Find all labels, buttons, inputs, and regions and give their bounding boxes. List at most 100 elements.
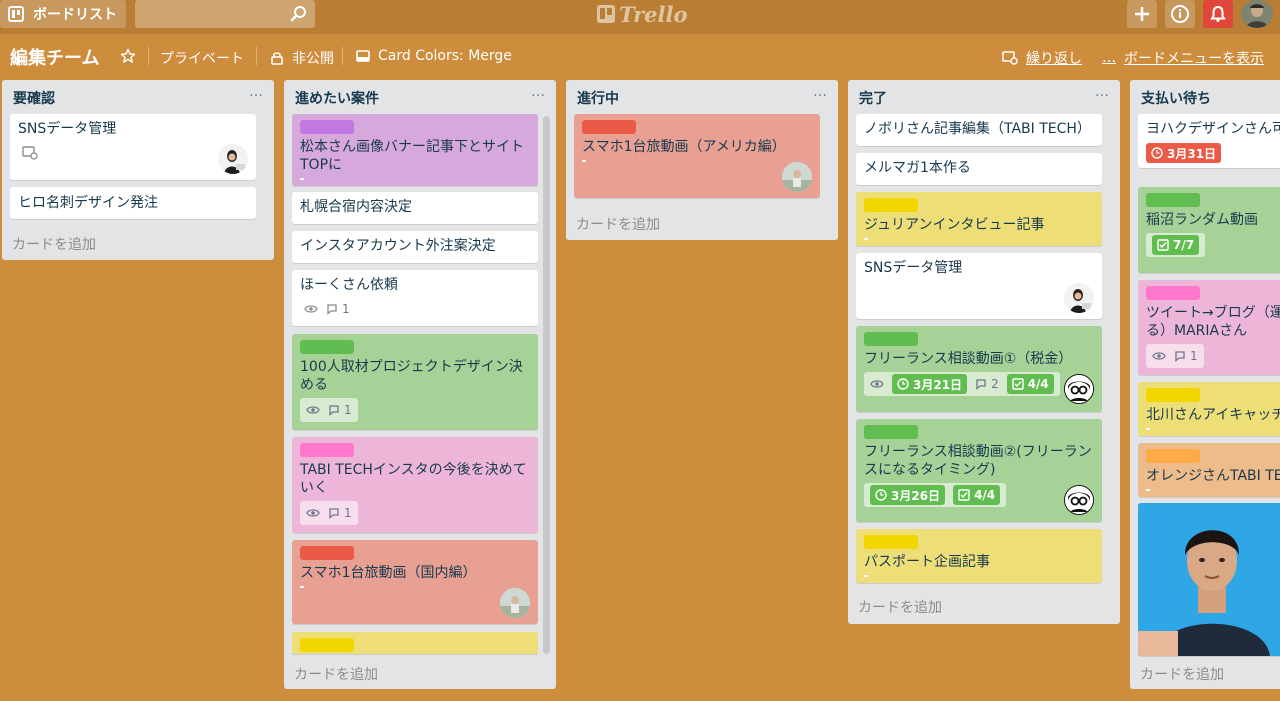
list-card[interactable]: 100人取材プロジェクトデザイン決める 1 [292,334,538,430]
card-label-pink [1146,286,1200,300]
list-awaiting-payment: 支払い待ち ヨハクデザインさん可 3月31日 稲沼ランダム動画 7/7 ツイート… [1130,80,1280,689]
due-date: 3月21日 [913,377,963,392]
list-menu-icon[interactable]: … [531,84,546,100]
eye-icon [306,509,320,517]
due-date-badge[interactable]: 3月26日 [870,485,946,505]
list-menu-icon[interactable]: … [1095,84,1110,100]
add-button[interactable] [1127,0,1157,28]
trello-logo[interactable]: Trello [597,2,688,27]
checklist-badge: 7/7 [1152,235,1200,255]
list-card[interactable]: ノボリさん記事編集（TABI TECH） [856,114,1102,146]
repeat-label: 繰り返し [1026,51,1082,67]
list-title[interactable]: 要確認 [13,88,55,108]
list-card[interactable] [292,632,538,654]
star-icon[interactable] [120,48,136,64]
list-menu-icon[interactable]: … [249,84,264,100]
list-card[interactable]: 北川さんアイキャッチ [1138,382,1280,436]
card-title: パスポート企画記事 [864,554,990,570]
card-title: スマホ1台旅動画（国内編） [300,565,477,581]
member-avatar[interactable] [1064,485,1094,515]
due-date-badge[interactable]: 3月31日 [1146,143,1222,163]
list-card[interactable]: メルマガ1本作る [856,153,1102,185]
list-card[interactable]: TABI TECHインスタの今後を決めていく 1 [292,437,538,533]
card-colors-button[interactable]: Card Colors: Merge [356,48,512,64]
card-badges: 1 [300,297,354,321]
add-card-button[interactable]: カードを追加 [294,664,378,684]
clock-icon [875,489,887,501]
card-badges: 7/7 [1146,233,1206,257]
card-label-pink [300,443,354,457]
user-avatar[interactable] [1241,0,1273,28]
list-card[interactable]: SNSデータ管理 [10,114,256,180]
add-card-button[interactable]: カードを追加 [12,234,96,254]
card-cover-image [1138,503,1280,656]
list-card[interactable]: 松本さん画像バナー記事下とサイトTOPに [292,114,538,186]
list-card[interactable]: スマホ1台旅動画（アメリカ編） [574,114,820,198]
board-title[interactable]: 編集チーム [10,44,99,70]
due-date: 3月31日 [1167,146,1217,161]
clock-icon [897,378,909,390]
card-colors-icon [356,50,370,62]
search-input[interactable] [135,0,315,28]
list-card[interactable]: オレンジさんTABI TE [1138,443,1280,497]
list-card[interactable]: フリーランス相談動画②(フリーランスになるタイミング) 3月26日 4/4 [856,419,1102,522]
card-colors-label: Card Colors: Merge [378,48,512,64]
member-avatar[interactable] [1064,283,1094,313]
team-privacy-button[interactable]: プライベート [160,48,244,68]
due-date-badge[interactable]: 3月21日 [892,374,968,394]
list-title[interactable]: 完了 [859,88,887,108]
header-divider [148,47,149,65]
card-title: SNSデータ管理 [864,260,963,276]
list-title[interactable]: 進行中 [577,88,619,108]
list-title[interactable]: 支払い待ち [1141,88,1211,108]
add-card-button[interactable]: カードを追加 [1140,664,1224,684]
plus-icon [1135,7,1149,21]
list-card[interactable]: 札幌合宿内容決定 [292,192,538,224]
board-list-button[interactable]: ボードリスト [0,0,126,28]
card-label-yellow [300,638,354,652]
member-avatar[interactable] [782,162,812,192]
list-card[interactable]: インスタアカウント外注案決定 [292,231,538,263]
add-card-button[interactable]: カードを追加 [576,214,660,234]
checklist-badge: 4/4 [1006,374,1054,394]
list-card[interactable]: フリーランス相談動画①（税金） 3月21日 2 4/4 [856,326,1102,412]
add-card-button[interactable]: カードを追加 [858,597,942,617]
list-card[interactable]: 稲沼ランダム動画 7/7 [1138,187,1280,273]
comments-count: 1 [342,302,350,316]
board-list-label: ボードリスト [33,7,117,23]
comments-count: 1 [1190,349,1198,363]
eye-icon [870,380,884,388]
privacy-label: プライベート [160,51,244,67]
list-card[interactable]: ジュリアンインタビュー記事 [856,192,1102,246]
list-title[interactable]: 進めたい案件 [295,88,379,108]
list-card[interactable]: ほーくさん依頼 1 [292,270,538,326]
visibility-button[interactable]: 非公開 [270,48,334,68]
list-card[interactable]: SNSデータ管理 [856,253,1102,319]
list-scrollbar[interactable] [543,116,550,654]
member-avatar[interactable] [500,588,530,618]
list-card[interactable]: ツイート→ブログ（運る）MARIAさん 1 [1138,280,1280,375]
search-icon [290,6,306,22]
notifications-button[interactable] [1203,0,1233,28]
list-card[interactable] [1138,503,1280,656]
repeat-button[interactable]: 繰り返し [1002,48,1082,68]
card-badges: 1 [300,501,358,525]
show-board-menu-button[interactable]: … ボードメニューを表示 [1102,48,1264,68]
list-card[interactable]: ヨハクデザインさん可 3月31日 [1138,114,1280,168]
board-menu-label: ボードメニューを表示 [1124,51,1264,67]
card-repeater-icon [1002,51,1018,65]
list-card[interactable]: スマホ1台旅動画（国内編） [292,540,538,624]
list-card[interactable]: ヒロ名刺デザイン発注 [10,187,256,219]
card-label-marker [300,178,304,180]
member-avatar[interactable] [1064,374,1094,404]
list-card[interactable]: パスポート企画記事 [856,529,1102,583]
card-label-marker [864,575,868,577]
list-menu-icon[interactable]: … [813,84,828,100]
card-title: 札幌合宿内容決定 [300,199,412,215]
card-title: フリーランス相談動画②(フリーランスになるタイミング) [864,444,1092,478]
user-avatar-image [1241,0,1273,28]
comment-icon [329,405,339,416]
info-button[interactable] [1165,0,1195,28]
card-title: ジュリアンインタビュー記事 [864,217,1045,233]
member-avatar[interactable] [218,144,248,174]
